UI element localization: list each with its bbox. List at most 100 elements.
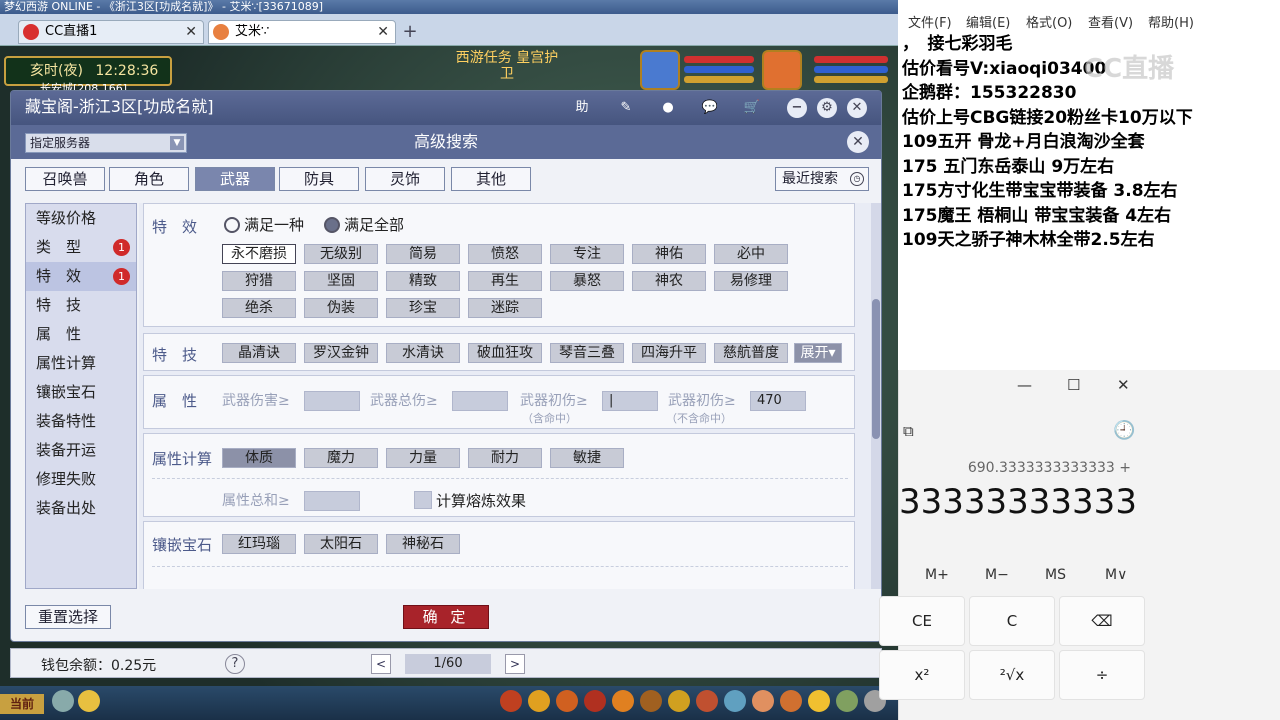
sidebar-item-type[interactable]: 类 型 1 — [26, 233, 136, 262]
chip-effect[interactable]: 再生 — [468, 271, 542, 291]
attr-sum-input[interactable] — [304, 491, 360, 511]
chip-effect[interactable]: 狩猎 — [222, 271, 296, 291]
menu-format[interactable]: 格式(O) — [1026, 12, 1072, 31]
minimize-icon[interactable]: — — [1017, 376, 1032, 394]
radio-match-all[interactable]: 满足全部 — [324, 216, 404, 234]
menu-help[interactable]: 帮助(H) — [1148, 12, 1194, 31]
chip-effect[interactable]: 永不磨损 — [222, 244, 296, 264]
pet-icon[interactable] — [584, 690, 606, 712]
memory-subtract-button[interactable]: M− — [985, 567, 1009, 583]
expand-button[interactable]: 展开▾ — [794, 343, 842, 363]
help-icon[interactable]: ? — [225, 654, 245, 674]
sidebar-item-skills[interactable]: 特 技 — [26, 291, 136, 320]
smelt-checkbox[interactable] — [414, 491, 432, 509]
server-select[interactable]: 指定服务器 ▼ — [25, 133, 187, 153]
chip-effect[interactable]: 愤怒 — [468, 244, 542, 264]
sidebar-item-features[interactable]: 装备特性 — [26, 407, 136, 436]
chip-gem[interactable]: 神秘石 — [386, 534, 460, 554]
close-icon[interactable]: ✕ — [1117, 376, 1130, 394]
chip-effect[interactable]: 简易 — [386, 244, 460, 264]
weapon-base-damage-hit-input[interactable]: | — [602, 391, 658, 411]
tab-character[interactable]: 艾米∵ ✕ — [208, 20, 396, 44]
sidebar-item-level-price[interactable]: 等级价格 — [26, 204, 136, 233]
chip-effect[interactable]: 暴怒 — [550, 271, 624, 291]
tab-other[interactable]: 其他 — [451, 167, 531, 191]
clear-entry-button[interactable]: CE — [879, 596, 965, 646]
menu-view[interactable]: 查看(V) — [1088, 12, 1133, 31]
system-icon[interactable] — [836, 690, 858, 712]
tab-weapon[interactable]: 武器 — [195, 167, 275, 191]
smile-icon[interactable] — [808, 690, 830, 712]
chip-effect[interactable]: 绝杀 — [222, 298, 296, 318]
sidebar-item-origin[interactable]: 装备出处 — [26, 494, 136, 523]
backspace-icon[interactable]: ⌫ — [1059, 596, 1145, 646]
next-page-button[interactable]: > — [505, 654, 525, 674]
chip-effect[interactable]: 必中 — [714, 244, 788, 264]
sidebar-item-attr-calc[interactable]: 属性计算 — [26, 349, 136, 378]
sidebar-item-repair-fail[interactable]: 修理失败 — [26, 465, 136, 494]
chip-effect[interactable]: 易修理 — [714, 271, 788, 291]
chip-effect[interactable]: 专注 — [550, 244, 624, 264]
chip-attribute[interactable]: 魔力 — [304, 448, 378, 468]
chip-gem[interactable]: 红玛瑙 — [222, 534, 296, 554]
square-button[interactable]: x² — [879, 650, 965, 700]
shop-icon[interactable] — [780, 690, 802, 712]
tab-accessory[interactable]: 灵饰 — [365, 167, 445, 191]
divide-button[interactable]: ÷ — [1059, 650, 1145, 700]
chip-effect[interactable]: 无级别 — [304, 244, 378, 264]
reset-button[interactable]: 重置选择 — [25, 605, 111, 629]
chip-skill[interactable]: 晶清诀 — [222, 343, 296, 363]
chip-effect[interactable]: 伪装 — [304, 298, 378, 318]
pet-avatar[interactable] — [640, 50, 680, 90]
keep-on-top-icon[interactable]: ⧉ — [903, 422, 914, 440]
chip-effect[interactable]: 迷踪 — [468, 298, 542, 318]
chip-attribute[interactable]: 敏捷 — [550, 448, 624, 468]
close-button[interactable]: ✕ — [847, 98, 867, 118]
tab-pet[interactable]: 召唤兽 — [25, 167, 105, 191]
chip-skill[interactable]: 琴音三叠 — [550, 343, 624, 363]
chip-skill[interactable]: 四海升平 — [632, 343, 706, 363]
tab-armor[interactable]: 防具 — [279, 167, 359, 191]
player-avatar[interactable] — [762, 50, 802, 90]
memory-store-button[interactable]: MS — [1045, 567, 1066, 583]
confirm-button[interactable]: 确 定 — [403, 605, 489, 629]
tab-cc-live[interactable]: CC直播1 ✕ — [18, 20, 204, 44]
edit-icon[interactable]: ✎ — [615, 97, 637, 119]
sidebar-item-attributes[interactable]: 属 性 — [26, 320, 136, 349]
settings-gear-icon[interactable]: ⚙ — [817, 98, 837, 118]
chip-effect[interactable]: 精致 — [386, 271, 460, 291]
minimize-button[interactable]: − — [787, 98, 807, 118]
help-button[interactable]: 助 — [571, 97, 593, 119]
scrollbar[interactable] — [871, 203, 881, 589]
menu-file[interactable]: 文件(F) — [908, 12, 952, 31]
recent-search-button[interactable]: 最近搜索 ◷ — [775, 167, 869, 191]
quest-icon[interactable] — [640, 690, 662, 712]
chip-attribute[interactable]: 力量 — [386, 448, 460, 468]
clear-button[interactable]: C — [969, 596, 1055, 646]
bell-icon[interactable] — [752, 690, 774, 712]
sidebar-item-effects[interactable]: 特 效 1 — [26, 262, 136, 291]
chip-effect[interactable]: 坚固 — [304, 271, 378, 291]
friend-icon[interactable] — [696, 690, 718, 712]
chip-skill[interactable]: 破血狂攻 — [468, 343, 542, 363]
chip-gem[interactable]: 太阳石 — [304, 534, 378, 554]
radio-match-any[interactable]: 满足一种 — [224, 216, 304, 234]
close-icon[interactable]: ✕ — [377, 21, 389, 43]
chip-effect[interactable]: 神农 — [632, 271, 706, 291]
chat-icon[interactable]: 💬 — [699, 97, 721, 119]
chip-skill[interactable]: 慈航普度 — [714, 343, 788, 363]
chip-skill[interactable]: 水清诀 — [386, 343, 460, 363]
record-icon[interactable]: ● — [657, 97, 679, 119]
history-icon[interactable]: 🕘 — [1113, 420, 1137, 444]
advanced-search-close-button[interactable]: ✕ — [847, 131, 869, 153]
sidebar-item-fortune[interactable]: 装备开运 — [26, 436, 136, 465]
memory-add-button[interactable]: M+ — [925, 567, 949, 583]
weapon-total-damage-input[interactable] — [452, 391, 508, 411]
chip-effect[interactable]: 珍宝 — [386, 298, 460, 318]
chip-attribute[interactable]: 体质 — [222, 448, 296, 468]
tab-role[interactable]: 角色 — [109, 167, 189, 191]
prev-page-button[interactable]: < — [371, 654, 391, 674]
gang-icon[interactable] — [668, 690, 690, 712]
memory-list-button[interactable]: M∨ — [1105, 567, 1127, 583]
cart-icon[interactable]: 🛒 — [741, 97, 763, 119]
